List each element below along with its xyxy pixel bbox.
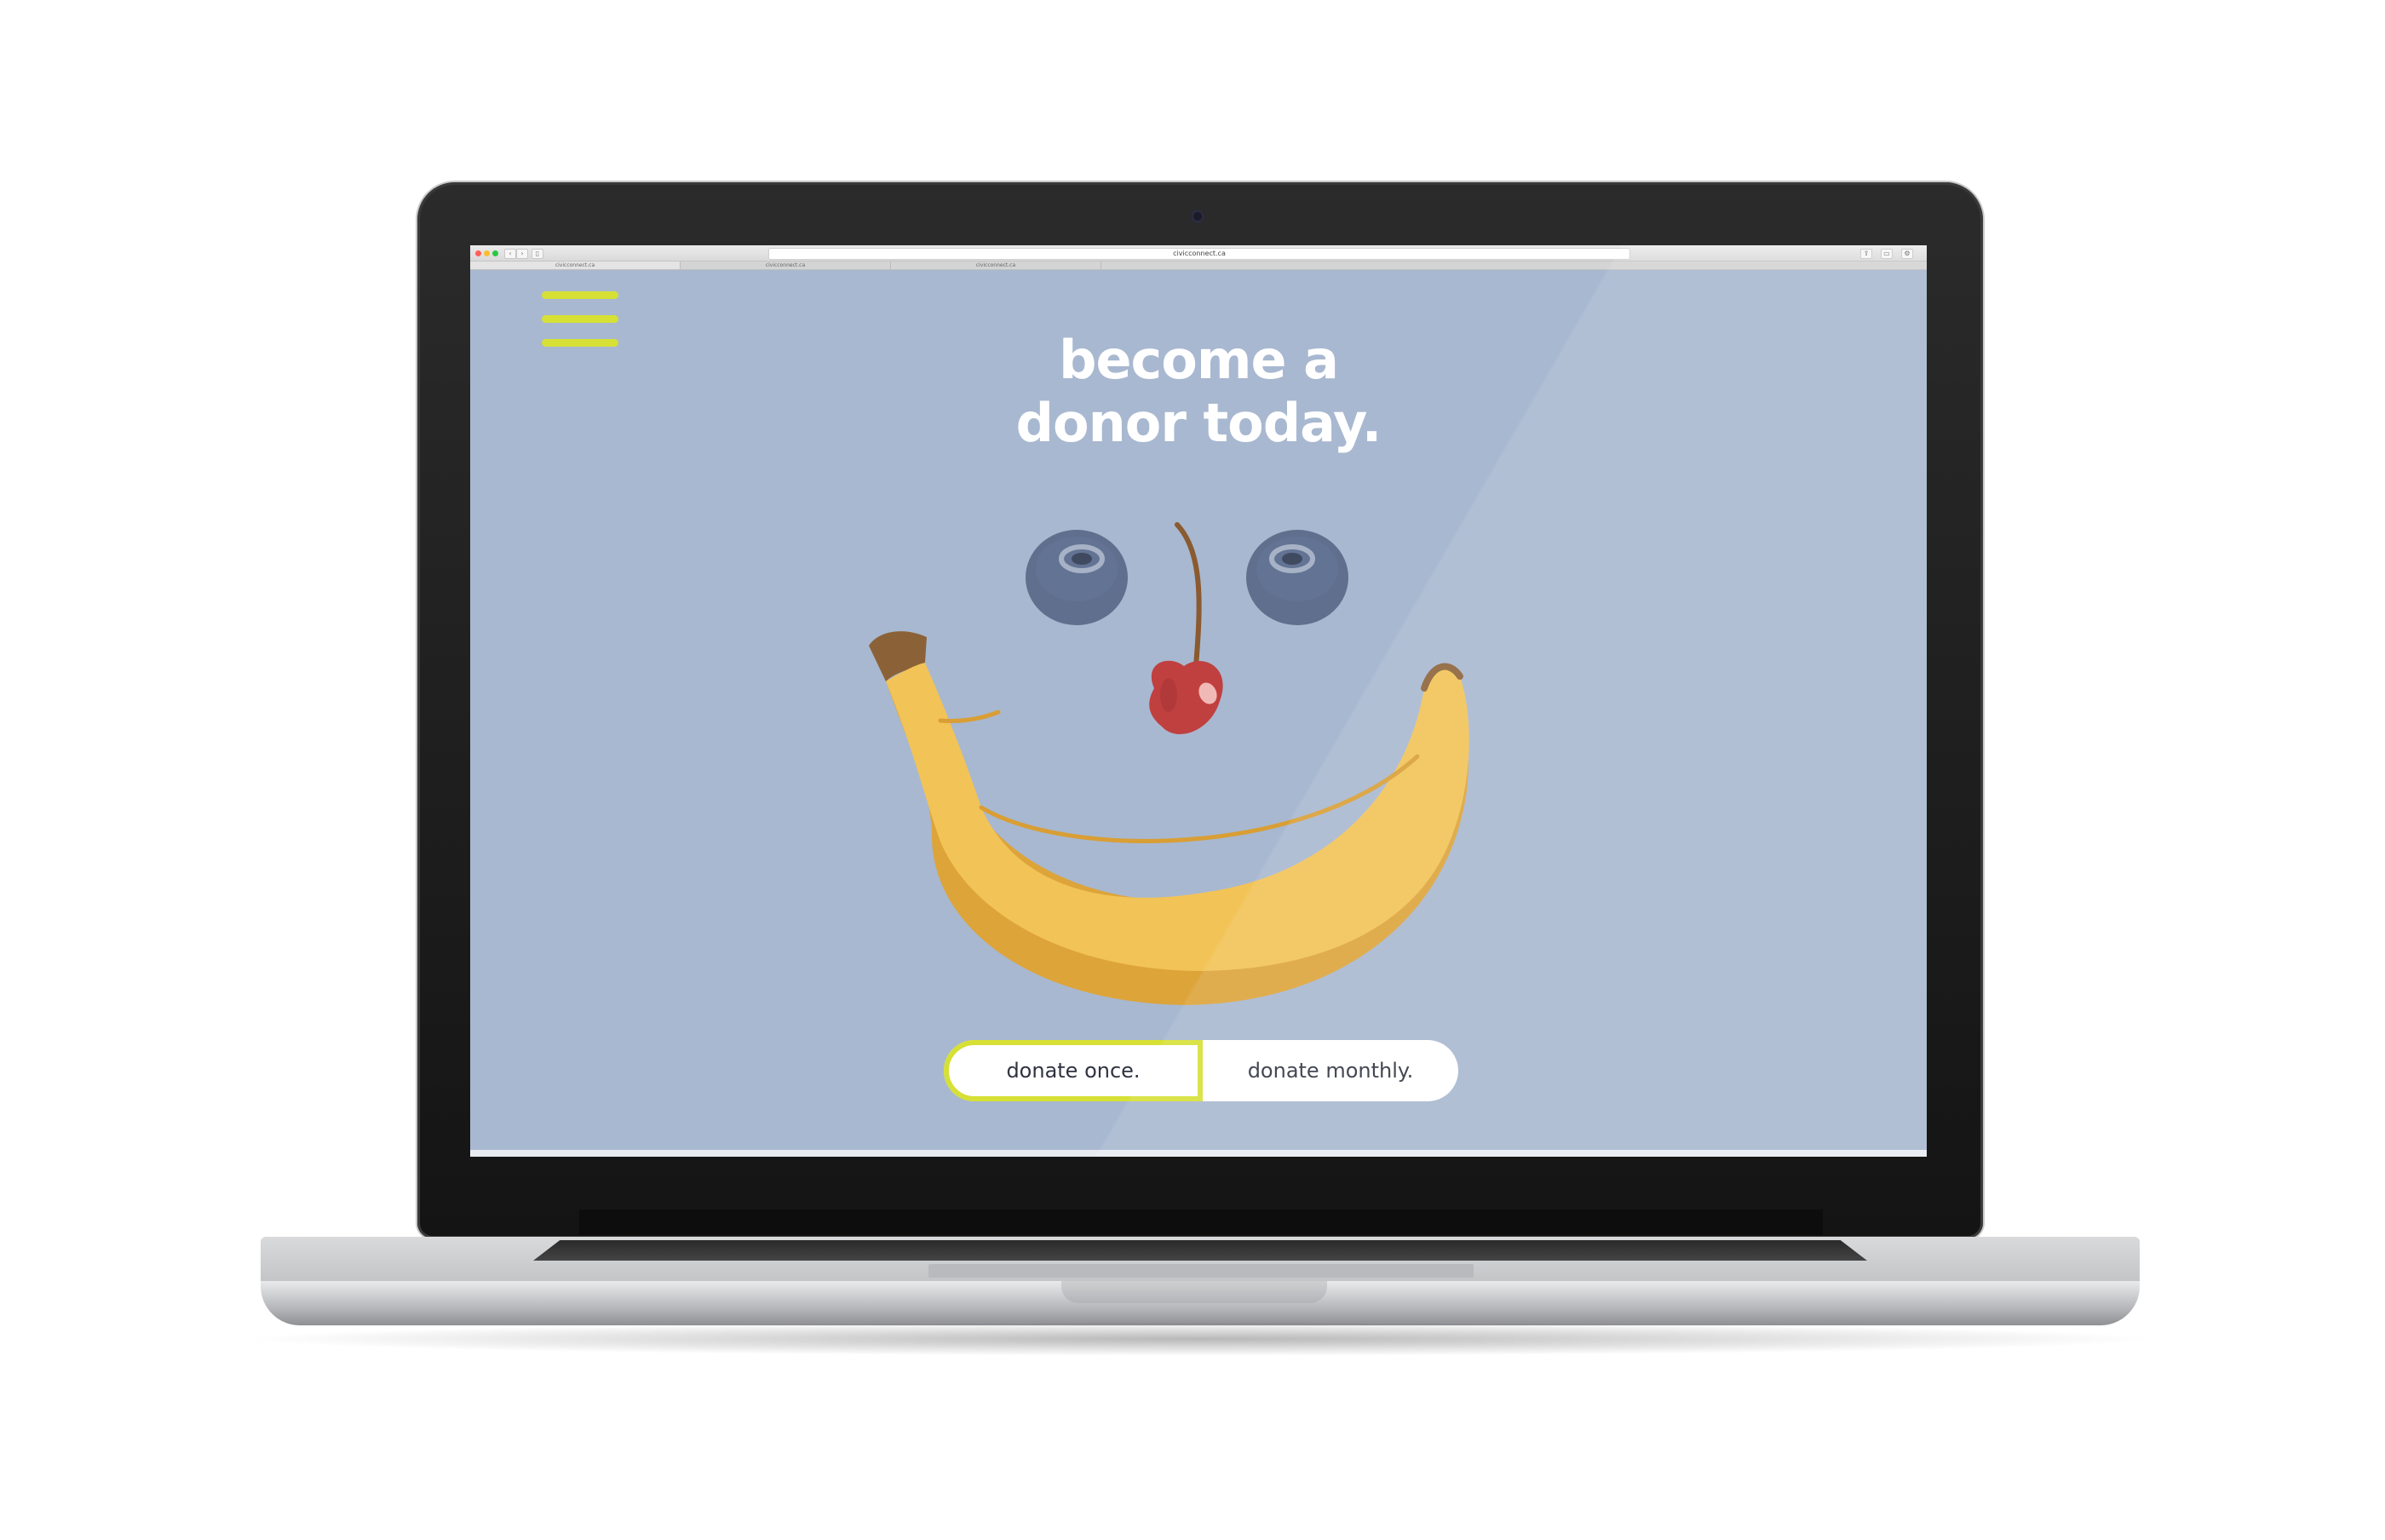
webcam [1191, 210, 1204, 223]
donate-frequency-toggle: donate once. donate monthly. [944, 1040, 1458, 1101]
left-blueberry-icon [1026, 530, 1128, 625]
trackpad-edge [928, 1264, 1474, 1278]
screen-bottom-edge [470, 1150, 1927, 1157]
fruit-face-illustration [869, 522, 1469, 1005]
donate-once-button[interactable]: donate once. [944, 1040, 1203, 1101]
browser-screen: ‹ › ▯ civicconnect.ca ⇪ ▭ ⚙ civicconnect… [470, 245, 1927, 1157]
hinge [579, 1210, 1823, 1235]
cherry-icon [1149, 522, 1223, 734]
laptop-shadow [238, 1322, 2162, 1356]
lid-opening-notch [1061, 1281, 1327, 1303]
laptop-mockup: ‹ › ▯ civicconnect.ca ⇪ ▭ ⚙ civicconnect… [0, 0, 2385, 1540]
right-blueberry-icon [1246, 530, 1348, 625]
donate-monthly-button[interactable]: donate monthly. [1203, 1040, 1458, 1101]
keyboard-edge [533, 1240, 1867, 1261]
